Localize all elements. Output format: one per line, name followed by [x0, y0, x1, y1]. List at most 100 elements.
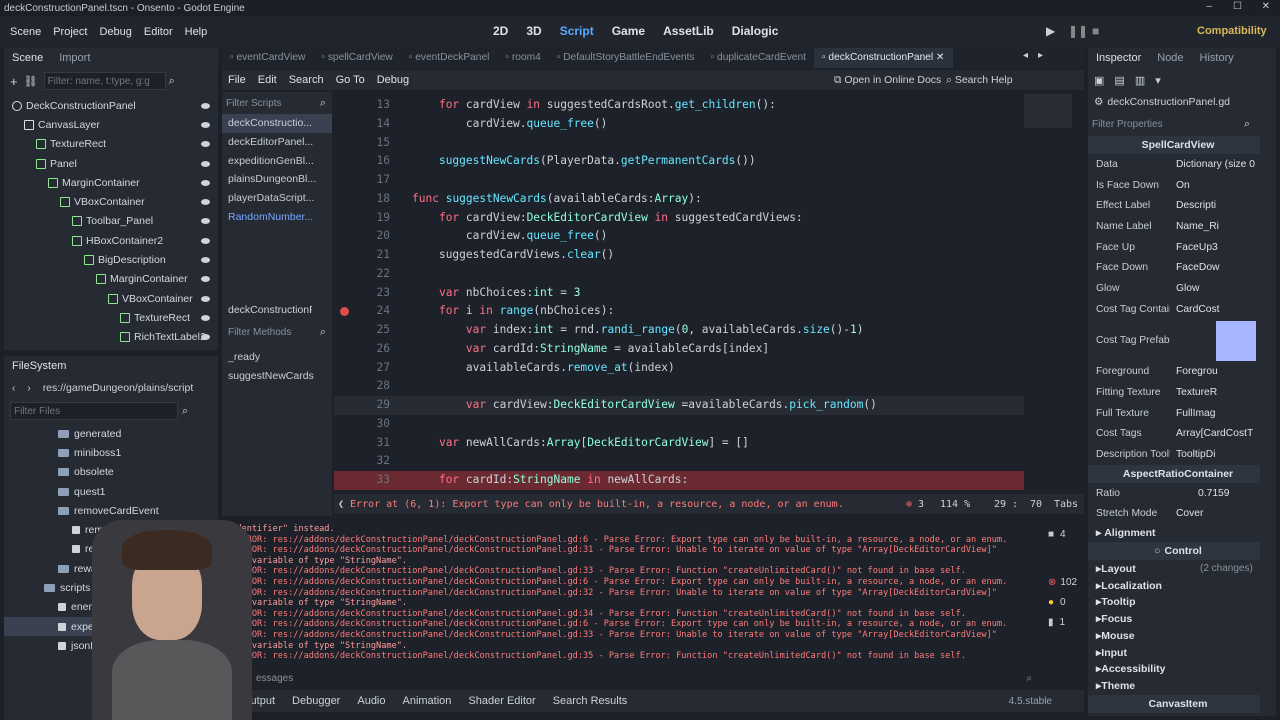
code-line[interactable]: 20 cardView.queue_free()	[334, 227, 1024, 246]
inspector-resource[interactable]: ⚙ deckConstructionPanel.gd	[1088, 92, 1276, 112]
scene-node[interactable]: TextureRect	[4, 308, 218, 327]
tab-scene[interactable]: Scene	[4, 52, 51, 64]
inspector-property[interactable]: Is Face Down On	[1088, 175, 1276, 196]
save-resource-icon[interactable]: ▥	[1135, 74, 1145, 87]
inspector-group[interactable]: ▸ Mouse	[1088, 628, 1276, 645]
inspector-group[interactable]: ▸ Accessibility	[1088, 661, 1276, 678]
scene-node[interactable]: TextureRect	[4, 135, 218, 154]
add-node-icon[interactable]: +	[10, 74, 18, 89]
inspector-group[interactable]: ▸ Layout (2 changes)	[1088, 560, 1276, 577]
visibility-icon[interactable]	[201, 179, 210, 186]
workspace-dialogic[interactable]: Dialogic	[732, 24, 779, 38]
inspector-group[interactable]: ▸ Tooltip	[1088, 594, 1276, 611]
prop-value[interactable]: Dictionary (size 0	[1176, 159, 1276, 170]
code-line[interactable]: 25 var index:int = rnd.randi_range(0, av…	[334, 321, 1024, 340]
code-line[interactable]: 14 cardView.queue_free()	[334, 115, 1024, 134]
scene-node[interactable]: VBoxContainer	[4, 192, 218, 211]
output-filter[interactable]: essages ⌕	[250, 668, 1040, 688]
script-menu-debug[interactable]: Debug	[377, 74, 409, 86]
script-menu-search[interactable]: Search	[289, 74, 324, 86]
scene-node[interactable]: DeckConstructionPanel	[4, 96, 218, 115]
tab-nav-right-icon[interactable]: ▸	[1038, 50, 1043, 61]
play-icon[interactable]: ▶	[1046, 24, 1055, 38]
prop-value[interactable]: CardCost	[1176, 304, 1276, 315]
search-help-button[interactable]: ⌕ Search Help	[946, 74, 1013, 87]
error-message[interactable]: Error at (6, 1): Export type can only be…	[350, 499, 844, 510]
prop-value[interactable]: FaceDow	[1176, 262, 1276, 273]
prop-value[interactable]: TextureR	[1176, 387, 1276, 398]
code-line[interactable]: 19 for cardView:DeckEditorCardView in su…	[334, 209, 1024, 228]
scene-node[interactable]: HBoxContainer2	[4, 231, 218, 250]
inspector-property[interactable]: Effect Label Descripti	[1088, 195, 1276, 216]
output-warning-filter[interactable]: ● 0	[1042, 592, 1082, 612]
zoom-level[interactable]: 114 %	[940, 499, 970, 510]
tab-inspector[interactable]: Inspector	[1088, 52, 1149, 64]
resource-menu-icon[interactable]: ▾	[1155, 74, 1161, 87]
inspector-property[interactable]: Description Toolt TooltipDi	[1088, 444, 1276, 465]
tab-node[interactable]: Node	[1149, 52, 1191, 64]
error-count[interactable]: 3	[918, 499, 924, 510]
inspector-filter[interactable]: Filter Properties ⌕	[1088, 112, 1276, 136]
workspace-3d[interactable]: 3D	[526, 24, 541, 38]
prop-value[interactable]: TooltipDi	[1176, 449, 1276, 460]
prop-value[interactable]: Foregrou	[1176, 366, 1276, 377]
code-line[interactable]: 26 var cardId:StringName = availableCard…	[334, 340, 1024, 359]
inspector-property[interactable]: Glow Glow	[1088, 278, 1276, 299]
alignment-group[interactable]: ▸ Alignment	[1088, 524, 1276, 542]
visibility-icon[interactable]	[201, 141, 210, 148]
back-icon[interactable]: ‹	[12, 383, 15, 394]
code-line[interactable]: 31 var newAllCards:Array[DeckEditorCardV…	[334, 434, 1024, 453]
ratio-row[interactable]: Ratio 0.7159	[1088, 483, 1276, 504]
code-line[interactable]: 17	[334, 171, 1024, 190]
filesystem-item[interactable]: quest1	[4, 482, 218, 501]
visibility-icon[interactable]	[201, 102, 210, 109]
visibility-icon[interactable]	[201, 237, 210, 244]
code-line[interactable]: 16 suggestNewCards(PlayerData.getPermane…	[334, 152, 1024, 171]
inspector-property[interactable]: Cost Tags Array[CardCostT	[1088, 424, 1276, 445]
code-line[interactable]: 23 var nbChoices:int = 3	[334, 284, 1024, 303]
inspector-property[interactable]: Face Down FaceDow	[1088, 257, 1276, 278]
script-list-item[interactable]: deckEditorPanel...	[222, 133, 332, 152]
menu-help[interactable]: Help	[185, 26, 208, 38]
script-list-item[interactable]: expeditionGenBl...	[222, 152, 332, 171]
script-tab[interactable]: ▫ room4	[497, 48, 548, 68]
script-menu-file[interactable]: File	[228, 74, 246, 86]
inspector-property[interactable]: Full Texture FullImag	[1088, 403, 1276, 424]
code-line[interactable]: 22	[334, 265, 1024, 284]
tab-audio[interactable]: Audio	[357, 695, 385, 707]
script-tab[interactable]: ▫ eventCardView	[222, 48, 313, 68]
script-menu-goto[interactable]: Go To	[336, 74, 365, 86]
tab-nav-left-icon[interactable]: ◂	[1023, 50, 1028, 61]
workspace-2d[interactable]: 2D	[493, 24, 508, 38]
script-tab[interactable]: ▫ deckConstructionPanel ✕	[813, 48, 953, 68]
inspector-group[interactable]: ▸ Localization	[1088, 577, 1276, 594]
close-window-button[interactable]: ✕	[1262, 1, 1270, 12]
filesystem-item[interactable]: generated	[4, 424, 218, 443]
code-line[interactable]: 15	[334, 134, 1024, 153]
inspector-group[interactable]: ▸ Focus	[1088, 611, 1276, 628]
minimize-button[interactable]: –	[1206, 1, 1212, 12]
stop-icon[interactable]: ■	[1092, 24, 1099, 38]
scene-filter-input[interactable]	[43, 72, 166, 90]
visibility-icon[interactable]	[201, 314, 210, 321]
output-error-filter[interactable]: ⊗ 102	[1042, 572, 1082, 592]
prop-value[interactable]: On	[1176, 180, 1276, 191]
open-resource-icon[interactable]: ▤	[1114, 74, 1124, 87]
code-editor[interactable]: 13 for cardView in suggestedCardsRoot.ge…	[334, 92, 1084, 494]
cost-tag-prefab-preview[interactable]	[1216, 320, 1256, 361]
visibility-icon[interactable]	[201, 160, 210, 167]
scene-node[interactable]: MarginContainer	[4, 173, 218, 192]
script-menu-edit[interactable]: Edit	[258, 74, 277, 86]
tab-debugger[interactable]: Debugger	[292, 695, 340, 707]
new-resource-icon[interactable]: ▣	[1094, 74, 1104, 87]
code-line[interactable]: 27 availableCards.remove_at(index)	[334, 359, 1024, 378]
method-item[interactable]: _ready	[222, 348, 332, 367]
visibility-icon[interactable]	[201, 334, 210, 341]
code-line[interactable]: 24 for i in range(nbChoices):	[334, 302, 1024, 321]
tab-search-results[interactable]: Search Results	[553, 695, 628, 707]
scene-node[interactable]: RichTextLabel2	[4, 328, 218, 347]
code-line[interactable]: 18 func suggestNewCards(availableCards:Ar…	[334, 190, 1024, 209]
script-list-item[interactable]: plainsDungeonBl...	[222, 170, 332, 189]
inspector-property[interactable]: Face Up FaceUp3	[1088, 237, 1276, 258]
prop-value[interactable]: FaceUp3	[1176, 242, 1276, 253]
